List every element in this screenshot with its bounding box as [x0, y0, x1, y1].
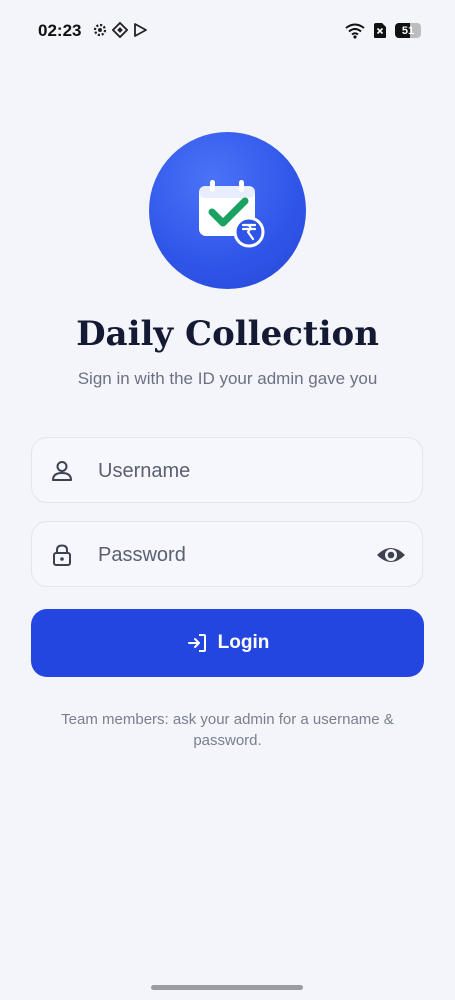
no-sim-icon — [374, 23, 386, 38]
wifi-icon — [345, 23, 365, 39]
login-arrow-icon — [187, 634, 206, 652]
username-field[interactable] — [31, 437, 423, 504]
app-title: Daily Collection — [76, 314, 379, 354]
status-bar: 02:23 51 — [0, 0, 455, 62]
app-logo — [149, 132, 306, 289]
battery-level: 51 — [401, 24, 415, 37]
login-button[interactable]: Login — [31, 609, 424, 677]
lock-icon — [53, 544, 71, 566]
login-label: Login — [217, 632, 270, 653]
user-icon — [52, 461, 72, 481]
calendar-check-rupee-icon — [199, 180, 265, 248]
password-input[interactable] — [96, 522, 360, 588]
signup-hint: Team members: ask your admin for a usern… — [61, 711, 394, 749]
status-time: 02:23 — [38, 21, 82, 40]
system-icons: 51 — [345, 22, 421, 39]
password-field[interactable] — [31, 521, 423, 588]
app-notification-icon — [112, 22, 128, 38]
username-input[interactable] — [96, 438, 360, 504]
battery-icon: 51 — [395, 23, 421, 38]
eye-icon[interactable] — [376, 543, 406, 567]
notification-icons — [92, 22, 148, 38]
app-subtitle: Sign in with the ID your admin gave you — [77, 369, 378, 388]
play-store-icon — [134, 23, 147, 37]
home-indicator[interactable] — [151, 985, 303, 990]
settings-icon — [93, 23, 107, 37]
